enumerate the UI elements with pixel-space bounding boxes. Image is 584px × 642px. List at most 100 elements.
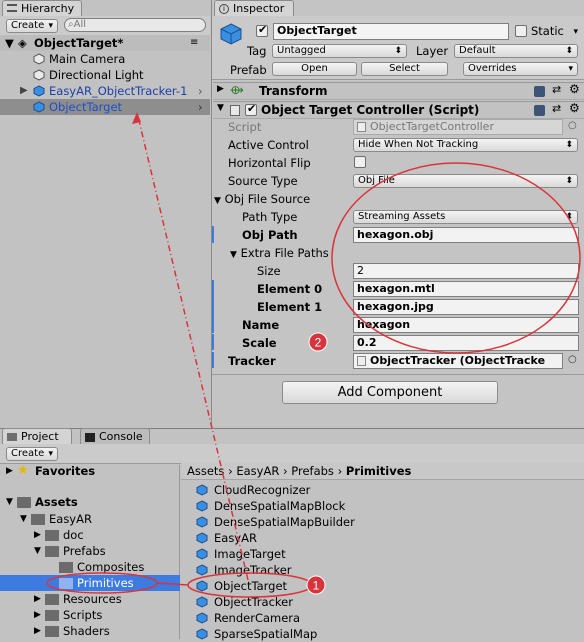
prefab-overrides-dropdown[interactable]: Overrides ▾: [463, 62, 578, 76]
prefab-icon: [196, 596, 208, 608]
tree-item-easyar[interactable]: ▼ EasyAR: [0, 511, 180, 527]
asset-item-label: ImageTarget: [214, 547, 286, 561]
modified-indicator: [212, 226, 214, 243]
horizontal-flip-label: Horizontal Flip: [228, 156, 311, 170]
prefab-icon: [196, 484, 208, 496]
active-checkbox[interactable]: ✔: [256, 23, 268, 37]
hierarchy-item-directional-light[interactable]: Directional Light: [0, 67, 210, 83]
scene-menu-icon[interactable]: ≡: [190, 35, 198, 51]
target-circle-icon[interactable]: ○: [568, 120, 577, 131]
scene-row[interactable]: ▼ ◈ ObjectTarget* ≡: [0, 35, 210, 51]
expand-arrow-icon: ▼: [6, 497, 13, 507]
asset-item-label: ImageTracker: [214, 563, 292, 577]
component-enabled-checkbox[interactable]: ✔: [245, 102, 257, 116]
asset-item[interactable]: DenseSpatialMapBlock: [192, 498, 392, 514]
preset-icon[interactable]: ⇄: [552, 83, 561, 96]
size-input[interactable]: 2: [353, 263, 579, 279]
source-type-label: Source Type: [228, 174, 298, 188]
element0-label: Element 0: [257, 282, 323, 296]
hierarchy-item-objecttarget[interactable]: ObjectTarget ›: [0, 99, 210, 115]
asset-item[interactable]: EasyAR: [192, 530, 392, 546]
tag-dropdown[interactable]: Untagged ⬍: [272, 44, 407, 58]
tree-item-composites[interactable]: Composites: [0, 559, 180, 575]
tracker-label: Tracker: [228, 354, 276, 368]
breadcrumb-easyar[interactable]: EasyAR: [236, 464, 279, 478]
tab-inspector[interactable]: i Inspector: [214, 0, 294, 17]
tree-item-shaders[interactable]: ▶ Shaders: [0, 623, 180, 639]
transform-icon: ⟴: [230, 83, 244, 97]
asset-item[interactable]: ImageTarget: [192, 546, 392, 562]
preset-icon[interactable]: ⇄: [552, 102, 561, 115]
breadcrumb-assets[interactable]: Assets: [187, 464, 224, 478]
help-icon[interactable]: [534, 105, 545, 116]
hierarchy-item-main-camera[interactable]: Main Camera: [0, 51, 210, 67]
path-type-dropdown[interactable]: Streaming Assets ⬍: [353, 210, 578, 224]
obj-file-source-label[interactable]: ▼ Obj File Source: [214, 192, 310, 206]
tab-hierarchy[interactable]: Hierarchy: [2, 0, 82, 17]
scale-input[interactable]: 0.2: [353, 335, 579, 351]
expand-arrow-icon: ▼: [34, 546, 41, 556]
object-name-field[interactable]: ObjectTarget: [273, 23, 509, 40]
chevron-right-icon[interactable]: ›: [198, 83, 203, 99]
tree-item-scripts[interactable]: ▶ Scripts: [0, 607, 180, 623]
prefab-open-button[interactable]: Open: [272, 62, 357, 76]
transform-header[interactable]: ▶ ⟴ Transform ⇄ ⚙: [213, 82, 584, 100]
asset-item[interactable]: DenseSpatialMapBuilder: [192, 514, 392, 530]
extra-file-paths-label[interactable]: ▼ Extra File Paths: [230, 246, 329, 260]
horizontal-flip-checkbox[interactable]: [354, 156, 366, 168]
chevron-down-icon: ▾: [48, 449, 53, 459]
layer-dropdown[interactable]: Default ⬍: [454, 44, 578, 58]
element0-input[interactable]: hexagon.mtl: [353, 281, 579, 297]
list-icon: [7, 4, 17, 12]
static-dropdown[interactable]: ▾: [567, 26, 579, 40]
tree-item-doc[interactable]: ▶ doc: [0, 527, 180, 543]
favorites-row[interactable]: ▶ ★ Favorites: [0, 463, 180, 479]
name-input[interactable]: hexagon: [353, 317, 579, 333]
help-icon[interactable]: [534, 86, 545, 97]
asset-item[interactable]: SparseSpatialMap: [192, 626, 392, 642]
tree-item-primitives[interactable]: Primitives: [0, 575, 180, 591]
prefab-icon: [196, 612, 208, 624]
gear-icon[interactable]: ⚙: [569, 82, 580, 96]
assets-row[interactable]: ▼ Assets: [0, 494, 180, 510]
asset-item[interactable]: CloudRecognizer: [192, 482, 392, 498]
prefab-icon: [196, 500, 208, 512]
gear-icon[interactable]: ⚙: [569, 101, 580, 115]
expand-arrow-icon: ▶: [20, 85, 28, 96]
breadcrumb-primitives[interactable]: Primitives: [346, 464, 412, 478]
asset-item-label: ObjectTarget: [214, 579, 288, 593]
prefab-large-icon: [220, 23, 242, 45]
asset-item-label: ObjectTracker: [214, 595, 293, 609]
project-create-button[interactable]: Create ▾: [6, 447, 58, 461]
script-component-header[interactable]: ▼ ✔ Object Target Controller (Script) ⇄ …: [213, 101, 584, 119]
chevron-right-icon[interactable]: ›: [198, 99, 203, 115]
hierarchy-create-button[interactable]: Create ▾: [6, 19, 58, 33]
script-file-icon: [357, 356, 366, 366]
target-circle-icon[interactable]: ○: [568, 354, 577, 365]
static-checkbox[interactable]: [515, 25, 527, 37]
obj-path-label: Obj Path: [242, 228, 298, 242]
asset-item[interactable]: ObjectTracker: [192, 594, 392, 610]
active-control-dropdown[interactable]: Hide When Not Tracking ⬍: [353, 138, 578, 152]
path-type-label: Path Type: [242, 210, 298, 224]
tree-item-prefabs[interactable]: ▼ Prefabs: [0, 543, 180, 559]
tree-item-resources[interactable]: ▶ Resources: [0, 591, 180, 607]
element1-input[interactable]: hexagon.jpg: [353, 299, 579, 315]
folder-icon: [17, 497, 31, 508]
asset-item[interactable]: RenderCamera: [192, 610, 392, 626]
hierarchy-search-input[interactable]: ⌕All: [64, 18, 206, 32]
asset-item[interactable]: ImageTracker: [192, 562, 392, 578]
expand-arrow-icon: ▶: [34, 610, 41, 620]
breadcrumb-prefabs[interactable]: Prefabs: [291, 464, 334, 478]
add-component-button[interactable]: Add Component: [282, 381, 498, 404]
source-type-dropdown[interactable]: Obj File ⬍: [353, 174, 578, 188]
asset-item[interactable]: ObjectTarget: [192, 578, 392, 594]
hierarchy-item-easyar-tracker[interactable]: ▶ EasyAR_ObjectTracker-1 ›: [0, 83, 210, 99]
obj-path-input[interactable]: hexagon.obj: [353, 227, 579, 243]
tab-console[interactable]: Console: [80, 428, 150, 445]
tab-project[interactable]: Project: [2, 428, 72, 445]
tracker-field[interactable]: ObjectTracker (ObjectTracke: [353, 353, 563, 369]
active-control-label: Active Control: [228, 138, 309, 152]
prefab-select-button[interactable]: Select: [361, 62, 448, 76]
scale-label: Scale: [242, 336, 277, 350]
